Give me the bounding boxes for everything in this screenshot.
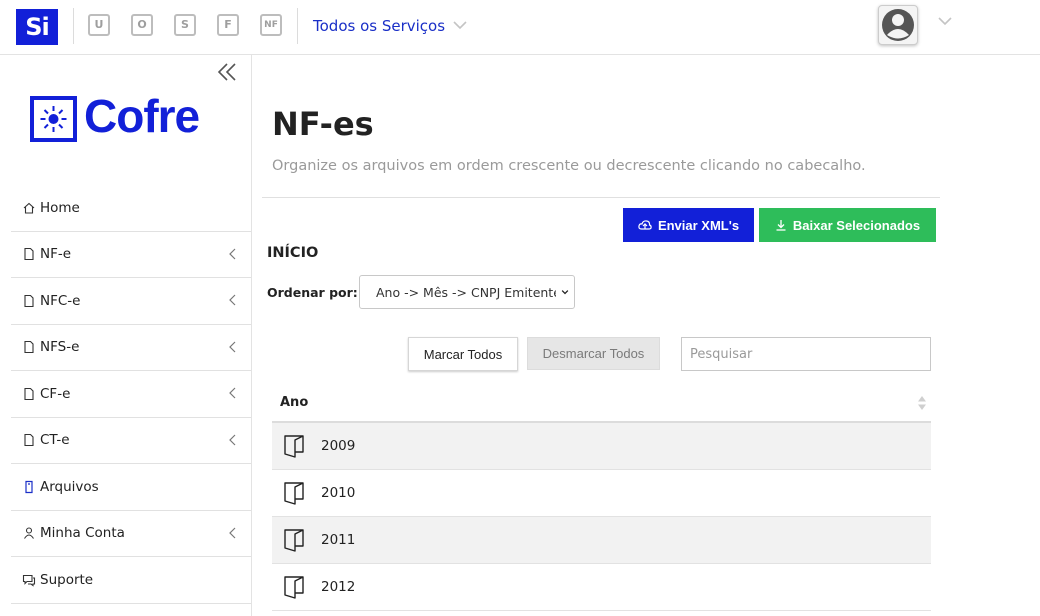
si-logo[interactable]: Si xyxy=(16,9,58,45)
column-header-label: Ano xyxy=(280,394,309,410)
upload-xml-label: Enviar XML's xyxy=(657,217,740,233)
sort-icon[interactable] xyxy=(917,395,927,411)
table-row[interactable]: 2009 xyxy=(272,423,931,470)
sidebar-item-label: Home xyxy=(40,199,80,216)
download-icon xyxy=(776,220,786,231)
sidebar-item-nfce[interactable]: NFC-e xyxy=(11,278,251,325)
upload-xml-button[interactable]: Enviar XML's xyxy=(623,208,754,242)
page-subtitle: Organize os arquivos em ordem crescente … xyxy=(272,158,866,174)
file-icon xyxy=(24,248,34,261)
file-icon xyxy=(24,341,34,354)
folder-icon xyxy=(284,529,304,552)
chevron-left-icon xyxy=(229,387,236,399)
cloud-upload-icon xyxy=(638,220,652,230)
user-avatar[interactable] xyxy=(878,5,918,45)
main-content: NF-es Organize os arquivos em ordem cres… xyxy=(252,55,1040,616)
sidebar-item-home[interactable]: Home xyxy=(11,185,251,232)
mark-all-button[interactable]: Marcar Todos xyxy=(408,337,518,371)
sidebar-item-nfse[interactable]: NFS-e xyxy=(11,325,251,371)
sidebar-item-label: Minha Conta xyxy=(40,525,125,542)
order-by-select[interactable]: Ano -> Mês -> CNPJ Emitente xyxy=(359,275,575,309)
file-icon xyxy=(24,434,34,447)
all-services-menu[interactable]: Todos os Serviços xyxy=(313,17,445,35)
chevron-left-icon xyxy=(229,248,236,259)
sidebar-item-minha-conta[interactable]: Minha Conta xyxy=(11,511,251,557)
chevron-down-icon[interactable] xyxy=(938,16,952,26)
year-label: 2012 xyxy=(321,579,356,595)
user-avatar-icon xyxy=(882,9,914,41)
sidebar-item-nfe[interactable]: NF-e xyxy=(11,232,251,278)
sidebar: Cofre Home NF-e NFC-e NFS-e CF-e CT-e Ar… xyxy=(0,55,252,616)
sidebar-item-label: NF-e xyxy=(40,246,72,263)
table-header-year[interactable]: Ano xyxy=(272,383,931,423)
home-icon xyxy=(23,202,35,214)
brand-name: Cofre xyxy=(84,90,200,142)
files-table: Ano 2009 2010 2011 2012 xyxy=(272,383,931,611)
year-label: 2009 xyxy=(321,438,356,454)
app-f-icon[interactable]: F xyxy=(217,14,239,36)
folder-icon xyxy=(284,435,304,458)
app-nf-icon[interactable]: NF xyxy=(260,14,282,36)
file-icon xyxy=(24,294,34,307)
search-input[interactable] xyxy=(681,337,931,371)
user-icon xyxy=(24,527,34,540)
year-label: 2010 xyxy=(321,485,356,501)
app-u-icon[interactable]: U xyxy=(88,14,110,36)
table-row[interactable]: 2010 xyxy=(272,470,931,517)
sidebar-item-cte[interactable]: CT-e xyxy=(11,418,251,464)
page-title: NF-es xyxy=(272,105,374,143)
order-by-value: Ano -> Mês -> CNPJ Emitente xyxy=(376,284,561,300)
chevron-down-icon[interactable] xyxy=(453,20,467,30)
app-s-icon[interactable]: S xyxy=(174,14,196,36)
app-o-icon[interactable]: O xyxy=(131,14,153,36)
divider xyxy=(297,8,298,44)
folder-icon xyxy=(284,482,304,505)
chevron-left-icon xyxy=(229,434,236,445)
vault-icon xyxy=(30,96,77,142)
download-selected-label: Baixar Selecionados xyxy=(792,217,921,233)
sidebar-item-suporte[interactable]: Suporte xyxy=(11,557,251,604)
folder-icon xyxy=(284,576,304,599)
table-row[interactable]: 2012 xyxy=(272,564,931,611)
sidebar-item-label: CT-e xyxy=(40,432,70,449)
unmark-all-button[interactable]: Desmarcar Todos xyxy=(527,337,660,370)
support-icon xyxy=(22,574,36,587)
top-bar: Si U O S F NF Todos os Serviços xyxy=(0,0,1040,55)
year-label: 2011 xyxy=(321,532,356,548)
breadcrumb[interactable]: INÍCIO xyxy=(267,245,318,261)
chevron-left-icon xyxy=(229,527,236,538)
sidebar-item-cfe[interactable]: CF-e xyxy=(11,371,251,418)
sidebar-nav: Home NF-e NFC-e NFS-e CF-e CT-e Arquivos… xyxy=(11,185,251,604)
divider xyxy=(73,8,74,44)
divider xyxy=(262,197,940,198)
chevron-down-icon xyxy=(556,286,570,298)
sidebar-item-label: Suporte xyxy=(40,571,94,588)
sidebar-item-arquivos[interactable]: Arquivos xyxy=(11,464,251,511)
chevron-left-icon xyxy=(229,341,236,352)
download-selected-button[interactable]: Baixar Selecionados xyxy=(759,208,936,242)
sidebar-item-label: NFC-e xyxy=(40,292,81,309)
order-by-label: Ordenar por: xyxy=(267,285,358,300)
sidebar-item-label: CF-e xyxy=(40,385,71,402)
collapse-sidebar-icon[interactable] xyxy=(216,61,238,83)
archive-icon xyxy=(25,480,33,493)
table-row[interactable]: 2011 xyxy=(272,517,931,564)
sidebar-item-label: NFS-e xyxy=(40,339,80,356)
file-icon xyxy=(24,387,34,400)
chevron-left-icon xyxy=(229,294,236,306)
sidebar-item-label: Arquivos xyxy=(40,478,99,495)
